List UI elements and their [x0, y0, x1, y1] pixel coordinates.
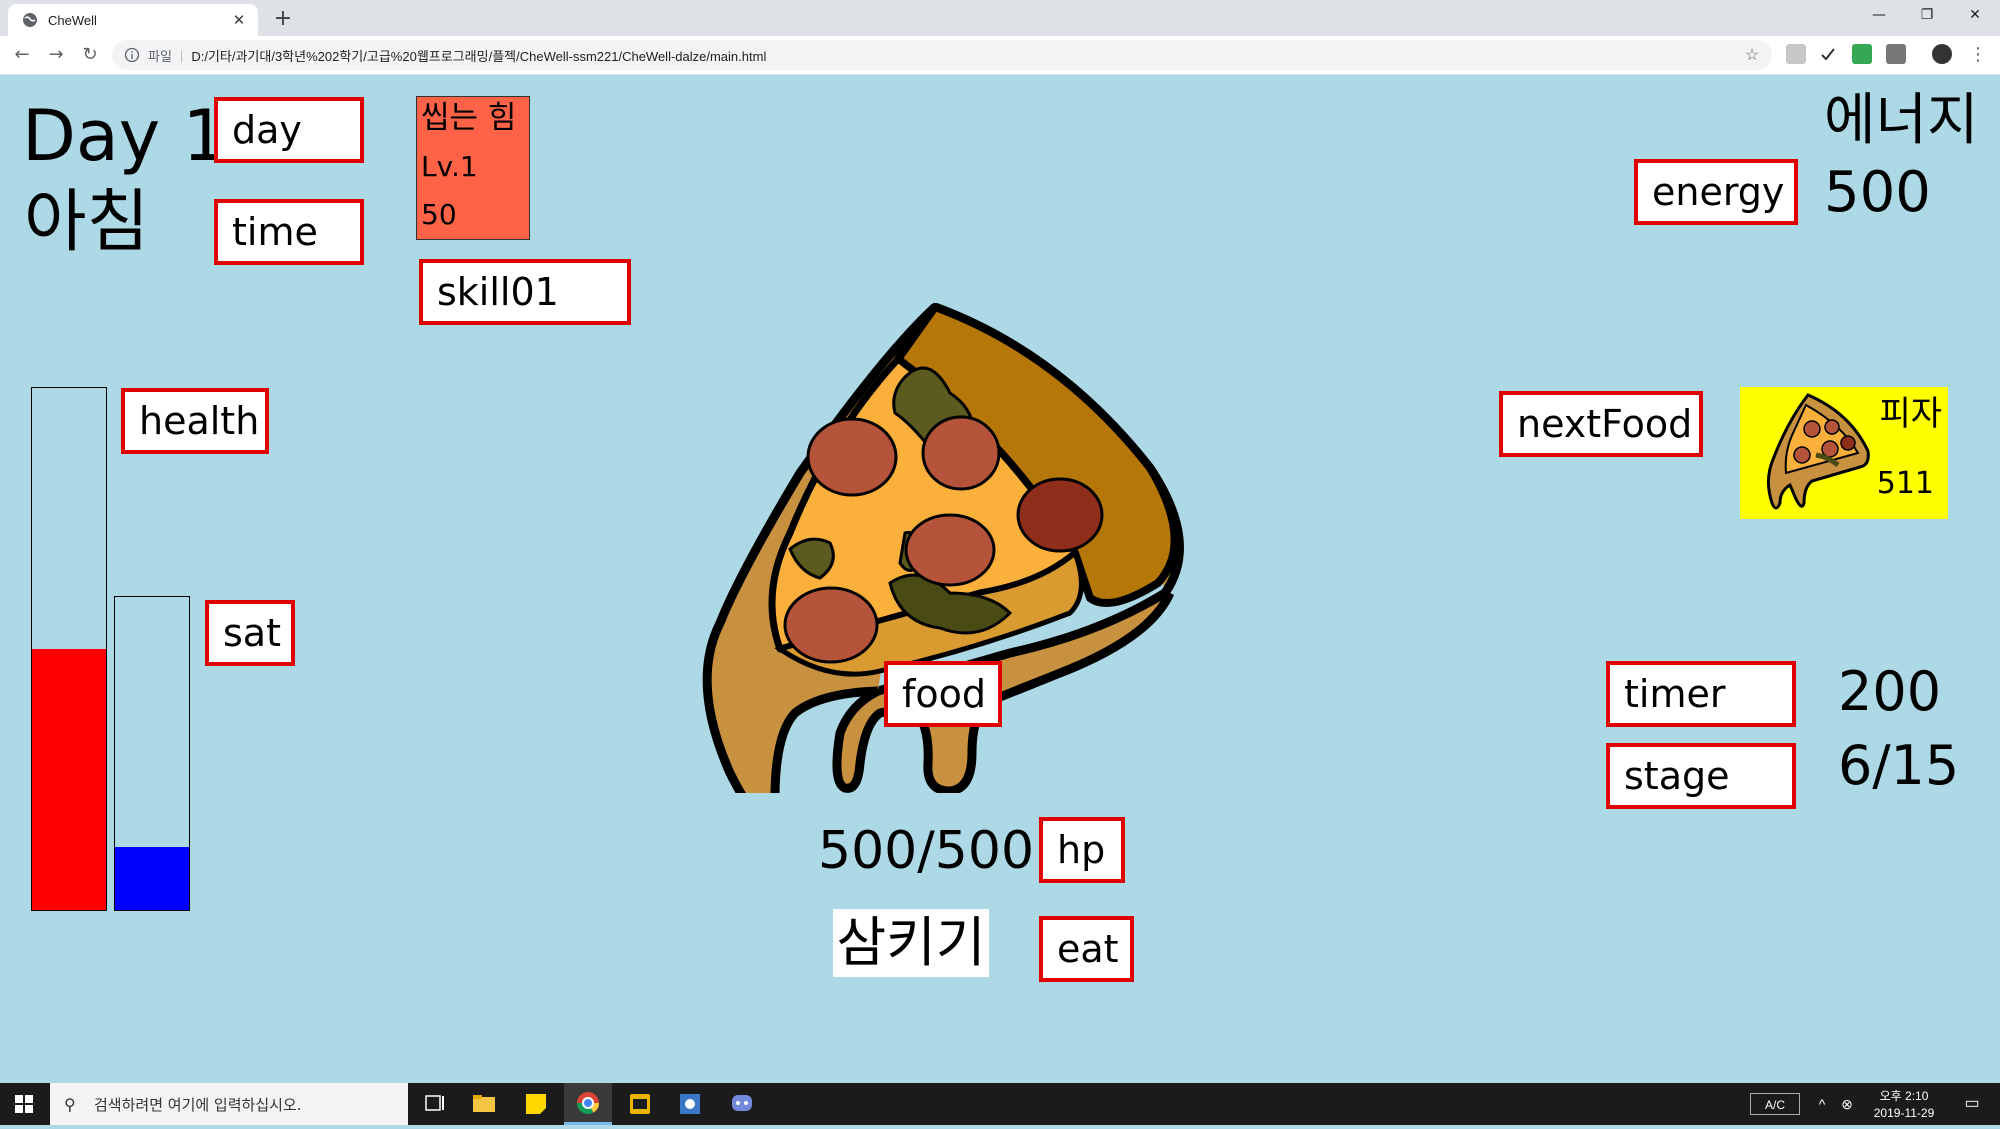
clock-time: 오후 2:10 [1879, 1089, 1929, 1103]
stage-value: 6/15 [1838, 734, 1960, 797]
globe-icon [23, 13, 37, 27]
sat-fill [115, 847, 189, 910]
notification-icon[interactable]: ▭ [1952, 1083, 1992, 1125]
clock[interactable]: 오후 2:10 2019-11-29 [1862, 1083, 1946, 1125]
browser-tab-strip: CheWell ✕ + — ❐ ✕ [0, 0, 2000, 36]
discord-icon[interactable] [718, 1083, 766, 1125]
time-text: 아침 [24, 183, 150, 262]
sticky-notes-icon[interactable] [512, 1083, 560, 1125]
windows-start-icon[interactable] [0, 1083, 48, 1125]
timer-label: timer [1606, 661, 1796, 727]
info-icon[interactable] [124, 47, 140, 63]
search-icon: ⚲ [64, 1094, 76, 1114]
next-food-label: nextFood [1499, 391, 1703, 457]
skill01-label: skill01 [419, 259, 631, 325]
task-view-icon[interactable] [410, 1083, 458, 1125]
new-tab-button[interactable]: + [270, 6, 296, 32]
extension-shield-icon[interactable] [1852, 44, 1872, 64]
eat-button[interactable]: 삼키기 [833, 909, 989, 977]
hp-label: hp [1039, 817, 1125, 883]
window-close-button[interactable]: ✕ [1952, 0, 1998, 32]
browser-menu-button[interactable]: ⋮ [1966, 43, 1990, 67]
clock-date: 2019-11-29 [1873, 1106, 1935, 1120]
extension-puzzle-icon[interactable] [1886, 44, 1906, 64]
sat-bar [114, 596, 190, 911]
tab-title: CheWell [48, 12, 97, 28]
app-window-icon[interactable] [616, 1083, 664, 1125]
skill-name: 씹는 힘 [421, 100, 517, 136]
file-explorer-icon[interactable] [460, 1083, 508, 1125]
tray-chevron-icon[interactable]: ^ [1812, 1083, 1832, 1125]
energy-label: energy [1634, 159, 1798, 225]
time-label: time [214, 199, 364, 265]
next-food-value: 511 [1876, 466, 1934, 501]
restore-button[interactable]: ❐ [1904, 0, 1950, 32]
hp-value: 500/500 [818, 821, 1035, 881]
energy-title: 에너지 [1824, 88, 1979, 153]
browser-tab[interactable]: CheWell ✕ [8, 4, 258, 36]
next-food-pizza-icon [1767, 393, 1870, 510]
browser-toolbar: ← → ↻ 파일 | D:/기타/과기대/3학년%202학기/고급%20웹프로그… [0, 36, 2000, 75]
remote-desktop-icon[interactable] [666, 1083, 714, 1125]
health-fill [32, 649, 106, 910]
next-food-name: 피자 [1879, 394, 1942, 434]
back-button[interactable]: ← [10, 43, 34, 67]
game-area: Day 1 day 아침 time 씹는 힘 Lv.1 50 skill01 에… [0, 75, 2000, 1083]
energy-value: 500 [1824, 160, 1931, 225]
close-tab-icon[interactable]: ✕ [230, 11, 248, 29]
extension-photo-icon[interactable] [1786, 44, 1806, 64]
address-url[interactable]: D:/기타/과기대/3학년%202학기/고급%20웹프로그래밍/플젝/CheWe… [191, 46, 1742, 65]
timer-value: 200 [1838, 660, 1942, 723]
health-label: health [121, 388, 269, 454]
forward-button[interactable]: → [44, 43, 68, 67]
eat-label: eat [1039, 916, 1134, 982]
chrome-icon[interactable] [564, 1083, 612, 1125]
profile-avatar[interactable] [1932, 44, 1952, 64]
network-icon[interactable]: ⊗ [1836, 1083, 1858, 1125]
next-food-card[interactable]: 피자 511 [1740, 387, 1948, 519]
day-label: day [214, 97, 364, 163]
address-bar[interactable]: 파일 | D:/기타/과기대/3학년%202학기/고급%20웹프로그래밍/플젝/… [112, 40, 1772, 70]
skill-value: 50 [421, 198, 457, 231]
taskbar-search-box[interactable]: ⚲ 검색하려면 여기에 입력하십시오. [50, 1083, 408, 1125]
stage-label: stage [1606, 743, 1796, 809]
health-bar [31, 387, 107, 911]
windows-taskbar: ⚲ 검색하려면 여기에 입력하십시오. A/C ^ ⊗ 오후 2:10 2019… [0, 1083, 2000, 1125]
reload-button[interactable]: ↻ [78, 43, 102, 67]
ime-indicator[interactable]: A/C [1750, 1093, 1800, 1115]
food-label: food [884, 661, 1002, 727]
extension-check-icon[interactable] [1818, 44, 1838, 64]
day-text: Day 1 [22, 95, 228, 177]
taskbar-search-placeholder: 검색하려면 여기에 입력하십시오. [94, 1095, 302, 1114]
skill-level: Lv.1 [421, 150, 478, 183]
address-scheme: 파일 [148, 48, 172, 64]
minimize-button[interactable]: — [1856, 0, 1902, 32]
address-separator: | [179, 47, 184, 63]
bookmark-star-icon[interactable]: ☆ [1742, 45, 1762, 65]
skill-card[interactable]: 씹는 힘 Lv.1 50 [416, 96, 530, 240]
sat-label: sat [205, 600, 295, 666]
